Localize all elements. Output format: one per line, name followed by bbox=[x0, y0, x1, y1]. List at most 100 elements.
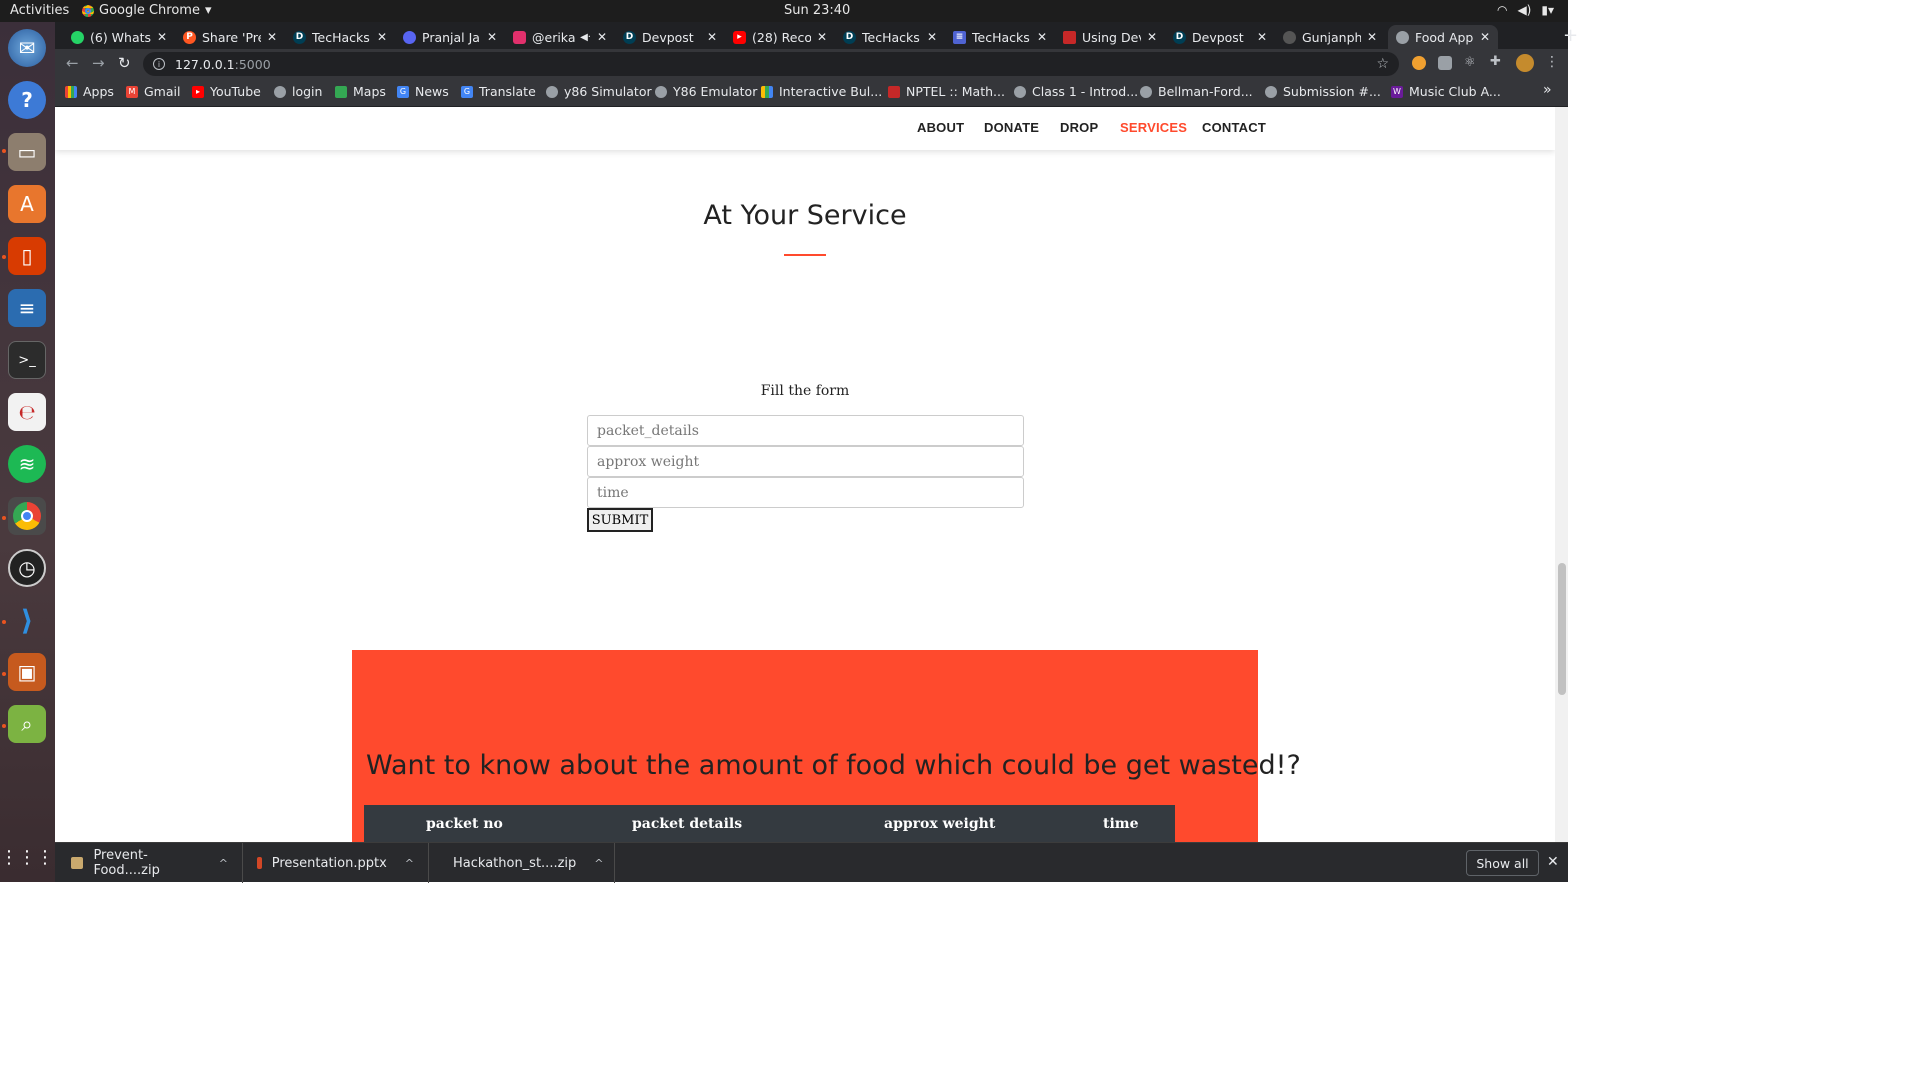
tab[interactable]: Pranjal Ja ✕ bbox=[395, 25, 505, 49]
avatar[interactable] bbox=[1516, 54, 1534, 72]
office-icon[interactable]: ▯ bbox=[8, 237, 46, 275]
close-icon[interactable]: ✕ bbox=[1547, 854, 1559, 870]
vscode-icon[interactable]: ⟩ bbox=[8, 601, 46, 639]
nav-donate[interactable]: DONATE bbox=[984, 120, 1039, 135]
close-icon[interactable]: ✕ bbox=[1257, 30, 1267, 44]
time-input[interactable] bbox=[587, 477, 1024, 508]
bookmark[interactable]: W Music Club A... bbox=[1391, 84, 1501, 99]
scrollbar-thumb[interactable] bbox=[1558, 563, 1566, 695]
bookmark[interactable]: Class 1 - Introd... bbox=[1014, 84, 1138, 99]
tab[interactable]: D TecHacks: ✕ bbox=[285, 25, 395, 49]
tab-active[interactable]: Food App ✕ bbox=[1388, 25, 1498, 49]
files-icon[interactable]: ▭ bbox=[8, 133, 46, 171]
system-tray[interactable]: ◠ ◀) ▮▾ bbox=[1497, 3, 1554, 17]
show-all-downloads-button[interactable]: Show all bbox=[1466, 850, 1539, 876]
bookmark[interactable]: G News bbox=[397, 84, 449, 99]
tab[interactable]: D Devpost ✕ bbox=[615, 25, 725, 49]
bookmark[interactable]: Apps bbox=[65, 84, 114, 99]
close-icon[interactable]: ✕ bbox=[1367, 30, 1377, 44]
bookmark[interactable]: Bellman-Ford... bbox=[1140, 84, 1253, 99]
extension-icon[interactable] bbox=[1438, 56, 1452, 70]
close-icon[interactable]: ✕ bbox=[267, 30, 277, 44]
nav-contact[interactable]: CONTACT bbox=[1202, 120, 1266, 135]
react-devtools-icon[interactable]: ⚛ bbox=[1464, 55, 1478, 70]
tab[interactable]: ▸ (28) Recor ✕ bbox=[725, 25, 835, 49]
bookmark[interactable]: y86 Simulator bbox=[546, 84, 652, 99]
image-viewer-icon[interactable]: ⌕ bbox=[8, 705, 46, 743]
close-icon[interactable]: ✕ bbox=[817, 30, 827, 44]
download-item[interactable]: Hackathon_st....zip ^ bbox=[429, 843, 615, 883]
chevron-up-icon[interactable]: ^ bbox=[405, 857, 414, 870]
new-tab-button[interactable]: + bbox=[1563, 25, 1578, 46]
show-applications-icon[interactable]: ⋮⋮⋮ bbox=[0, 838, 54, 876]
bookmark[interactable]: NPTEL :: Math... bbox=[888, 84, 1005, 99]
terminal-icon[interactable]: >_ bbox=[8, 341, 46, 379]
bookmark-star-icon[interactable]: ☆ bbox=[1376, 56, 1389, 72]
close-icon[interactable]: ✕ bbox=[1480, 30, 1490, 44]
info-icon[interactable]: i bbox=[153, 58, 165, 70]
text-editor-icon[interactable]: ℮ bbox=[8, 393, 46, 431]
bookmark[interactable]: login bbox=[274, 84, 322, 99]
clock-app-icon[interactable]: ◷ bbox=[8, 549, 46, 587]
bookmark[interactable]: Maps bbox=[335, 84, 386, 99]
globe-icon bbox=[274, 85, 286, 98]
nav-drop[interactable]: DROP bbox=[1060, 120, 1098, 135]
tab[interactable]: D TecHacks: ✕ bbox=[835, 25, 945, 49]
tab[interactable]: P Share 'Pre ✕ bbox=[175, 25, 285, 49]
bookmark[interactable]: M Gmail bbox=[126, 84, 180, 99]
nptel-icon bbox=[888, 85, 900, 98]
page-scrollbar[interactable] bbox=[1555, 107, 1568, 842]
activities-button[interactable]: Activities bbox=[10, 3, 69, 18]
close-icon[interactable]: ✕ bbox=[707, 30, 717, 44]
close-icon[interactable]: ✕ bbox=[487, 30, 497, 44]
close-icon[interactable]: ✕ bbox=[1037, 30, 1047, 44]
bookmark[interactable]: Interactive Bul... bbox=[761, 84, 882, 99]
chrome-dock-icon[interactable] bbox=[8, 497, 46, 535]
bookmarks-overflow-button[interactable]: » bbox=[1543, 82, 1552, 98]
close-icon[interactable]: ✕ bbox=[927, 30, 937, 44]
kebab-menu-icon[interactable]: ⋮ bbox=[1545, 54, 1559, 70]
help-icon[interactable]: ? bbox=[8, 81, 46, 119]
impress-icon[interactable]: ▣ bbox=[8, 653, 46, 691]
devpost-icon: D bbox=[1173, 30, 1186, 44]
writer-icon[interactable]: ≡ bbox=[8, 289, 46, 327]
app-menu[interactable]: Google Chrome ▾ bbox=[82, 3, 212, 18]
packet-details-input[interactable] bbox=[587, 415, 1024, 446]
tab[interactable]: D Devpost ✕ bbox=[1165, 25, 1275, 49]
bookmark[interactable]: ▸ YouTube bbox=[192, 84, 261, 99]
tab[interactable]: Using Dev ✕ bbox=[1055, 25, 1165, 49]
spotify-icon[interactable]: ≋ bbox=[8, 445, 46, 483]
food-waste-panel: Want to know about the amount of food wh… bbox=[352, 650, 1301, 842]
close-icon[interactable]: ✕ bbox=[377, 30, 387, 44]
extension-icon[interactable] bbox=[1412, 56, 1426, 70]
approx-weight-input[interactable] bbox=[587, 446, 1024, 477]
nav-about[interactable]: ABOUT bbox=[917, 120, 964, 135]
puzzle-extensions-icon[interactable]: ✚ bbox=[1490, 54, 1504, 69]
submit-button[interactable]: SUBMIT bbox=[587, 508, 653, 532]
tab[interactable]: @erika ◀· ✕ bbox=[505, 25, 615, 49]
mute-icon[interactable]: ◀· bbox=[580, 32, 591, 43]
bookmark[interactable]: Y86 Emulator bbox=[655, 84, 757, 99]
download-item[interactable]: Presentation.pptx ^ bbox=[243, 843, 429, 883]
chevron-up-icon[interactable]: ^ bbox=[594, 857, 603, 870]
tab[interactable]: Gunjanph ✕ bbox=[1275, 25, 1385, 49]
bookmark[interactable]: G Translate bbox=[461, 84, 536, 99]
close-icon[interactable]: ✕ bbox=[597, 30, 607, 44]
back-icon[interactable]: ← bbox=[66, 54, 79, 72]
tab[interactable]: ≡ TecHacks ✕ bbox=[945, 25, 1055, 49]
chevron-up-icon[interactable]: ^ bbox=[219, 857, 228, 870]
download-item[interactable]: Prevent-Food....zip ^ bbox=[55, 843, 243, 883]
address-bar[interactable]: i 127.0.0.1:5000 ☆ bbox=[143, 52, 1399, 76]
software-center-icon[interactable]: A bbox=[8, 185, 46, 223]
clock[interactable]: Sun 23:40 bbox=[784, 3, 850, 18]
thunderbird-icon[interactable]: ✉ bbox=[8, 29, 46, 67]
globe-icon bbox=[655, 85, 667, 98]
tab[interactable]: (6) WhatsA✕ bbox=[63, 25, 175, 49]
close-icon[interactable]: ✕ bbox=[1147, 30, 1157, 44]
reload-icon[interactable]: ↻ bbox=[118, 54, 131, 72]
forward-icon[interactable]: → bbox=[92, 54, 105, 72]
bookmark[interactable]: Submission #... bbox=[1265, 84, 1381, 99]
browser-toolbar: ← → ↻ i 127.0.0.1:5000 ☆ ⚛ ✚ ⋮ bbox=[55, 49, 1568, 79]
nav-services[interactable]: SERVICES bbox=[1120, 120, 1187, 135]
close-icon[interactable]: ✕ bbox=[157, 30, 167, 44]
